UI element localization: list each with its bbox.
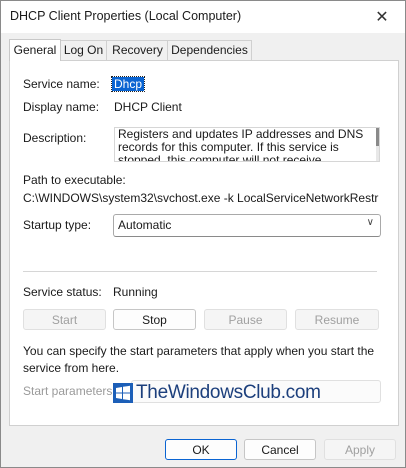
properties-dialog: DHCP Client Properties (Local Computer) … — [0, 0, 406, 468]
path-label: Path to executable: — [23, 173, 126, 187]
service-name-value[interactable]: Dhcp — [110, 76, 146, 92]
service-status-label: Service status: — [23, 285, 102, 299]
watermark-text: TheWindowsClub.com — [136, 382, 321, 403]
start-params-info: You can specify the start parameters tha… — [23, 344, 375, 375]
display-name-label: Display name: — [23, 100, 100, 114]
description-scrollbar[interactable] — [376, 128, 379, 161]
cancel-button[interactable]: Cancel — [244, 439, 316, 460]
startup-type-value: Automatic — [118, 218, 172, 232]
description-scroll-thumb[interactable] — [376, 128, 379, 146]
description-text: Registers and updates IP addresses and D… — [118, 127, 364, 162]
pause-button[interactable]: Pause — [204, 309, 287, 330]
tab-strip: General Log On Recovery Dependencies — [9, 39, 399, 61]
close-icon: ✕ — [375, 9, 389, 26]
title-bar[interactable]: DHCP Client Properties (Local Computer) … — [1, 1, 405, 33]
start-button[interactable]: Start — [23, 309, 106, 330]
ok-button[interactable]: OK — [165, 439, 237, 460]
startup-type-select[interactable]: Automatic ∨ — [113, 214, 381, 237]
path-value[interactable]: C:\WINDOWS\system32\svchost.exe -k Local… — [23, 191, 379, 205]
close-button[interactable]: ✕ — [359, 1, 405, 33]
resume-button[interactable]: Resume — [295, 309, 379, 330]
display-name-value[interactable]: DHCP Client — [114, 100, 182, 114]
tab-recovery[interactable]: Recovery — [106, 40, 169, 60]
service-status-value: Running — [113, 285, 158, 299]
tab-general[interactable]: General — [9, 39, 61, 61]
section-divider — [23, 271, 377, 272]
tab-dependencies[interactable]: Dependencies — [167, 40, 252, 60]
startup-type-label: Startup type: — [23, 218, 92, 232]
window-title: DHCP Client Properties (Local Computer) — [10, 9, 242, 23]
watermark: TheWindowsClub.com — [113, 381, 321, 405]
apply-button[interactable]: Apply — [324, 439, 396, 460]
windows-club-logo-icon — [113, 383, 133, 403]
description-textbox[interactable]: Registers and updates IP addresses and D… — [114, 127, 380, 162]
chevron-down-icon: ∨ — [366, 217, 374, 228]
start-parameters-label: Start parameters: — [23, 384, 116, 398]
description-label: Description: — [23, 131, 87, 145]
service-name-selected-text[interactable]: Dhcp — [110, 76, 146, 92]
service-name-label: Service name: — [23, 77, 100, 91]
stop-button[interactable]: Stop — [113, 309, 196, 330]
tab-log-on[interactable]: Log On — [59, 40, 108, 60]
